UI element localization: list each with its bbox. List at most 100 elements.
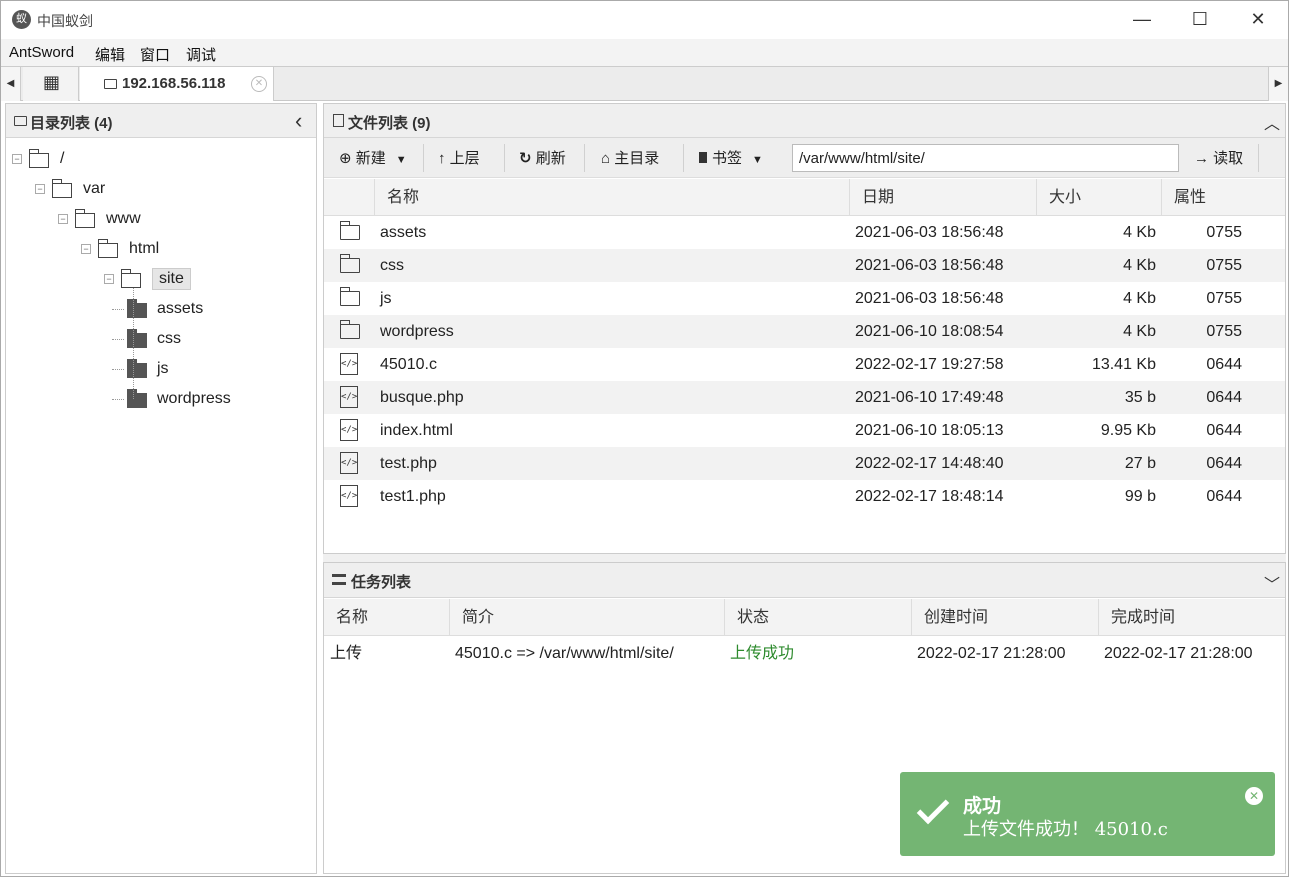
file-size: 9.95 Kb [1100, 422, 1156, 439]
task-created: 2022-02-17 21:28:00 [917, 645, 1066, 662]
tab-host[interactable]: 192.168.56.118 ✕ [80, 67, 274, 101]
toolbar-divider [1258, 144, 1259, 172]
file-size: 4 Kb [1123, 290, 1156, 307]
close-button[interactable]: ✕ [1229, 1, 1287, 38]
task-header-desc[interactable]: 简介 [450, 599, 725, 636]
code-file-icon: </> [340, 452, 358, 474]
bookmark-button[interactable]: 书签 ▼ [699, 147, 763, 168]
file-date: 2021-06-10 18:08:54 [855, 323, 1004, 340]
app-logo-icon: 蚁 [12, 10, 31, 29]
file-row[interactable]: js 2021-06-03 18:56:48 4 Kb 0755 [324, 282, 1285, 315]
menu-debug[interactable]: 调试 [186, 44, 216, 65]
file-perm: 0644 [1206, 422, 1242, 439]
header-name[interactable]: 名称 [375, 179, 850, 216]
collapse-up-icon[interactable]: ︿ [1264, 110, 1280, 134]
file-row[interactable]: </> test.php 2022-02-17 14:48:40 27 b 0644 [324, 447, 1285, 480]
code-file-icon: </> [340, 386, 358, 408]
menu-edit[interactable]: 编辑 [95, 44, 125, 65]
file-row[interactable]: assets 2021-06-03 18:56:48 4 Kb 0755 [324, 216, 1285, 249]
directory-panel-header: 目录列表 (4) ‹ [6, 104, 316, 138]
tab-bar: ◀ ▦ 192.168.56.118 ✕ ▶ [1, 66, 1288, 101]
tree-node-[interactable]: − / [6, 148, 306, 170]
minimize-button[interactable]: — [1113, 1, 1171, 38]
panel-splitter[interactable] [323, 554, 1286, 562]
up-button[interactable]: ↑ 上层 [438, 147, 480, 168]
collapse-down-icon[interactable]: ﹀ [1264, 571, 1280, 595]
toolbar-divider [683, 144, 684, 172]
file-row[interactable]: </> 45010.c 2022-02-17 19:27:58 13.41 Kb 064… [324, 348, 1285, 381]
file-date: 2021-06-03 18:56:48 [855, 257, 1004, 274]
file-panel-title: 文件列表 (9) [348, 115, 431, 132]
folder-icon [126, 359, 147, 378]
new-button[interactable]: ⊕ 新建 ▼ [339, 147, 407, 168]
home-button[interactable]: ⌂ 主目录 [601, 147, 659, 168]
folder-icon [104, 79, 117, 89]
tree-node-site[interactable]: − site [6, 268, 306, 290]
tab-home[interactable]: ▦ [23, 67, 79, 101]
menu-window[interactable]: 窗口 [140, 44, 170, 65]
task-panel-title: 任务列表 [351, 574, 412, 591]
file-panel: 文件列表 (9) ︿ ⊕ 新建 ▼ ↑ 上层 ↻ 刷新 ⌂ 主目录 书签 ▼ → 读… [323, 103, 1286, 554]
home-icon: ⌂ [601, 150, 615, 167]
task-header-status[interactable]: 状态 [725, 599, 912, 636]
file-size: 99 b [1124, 488, 1156, 505]
tab-scroll-right-button[interactable]: ▶ [1268, 67, 1288, 101]
tab-close-icon[interactable]: ✕ [251, 76, 267, 92]
path-input[interactable] [792, 144, 1179, 172]
tree-node-assets[interactable]: assets [6, 298, 306, 320]
code-file-icon: </> [340, 353, 358, 375]
folder-icon [339, 221, 360, 240]
tree-connector [133, 288, 134, 399]
tree-node-var[interactable]: − var [6, 178, 306, 200]
caret-down-icon: ▼ [752, 154, 763, 166]
tree-collapse-icon[interactable]: − [81, 244, 91, 254]
tree-node-www[interactable]: − www [6, 208, 306, 230]
folder-open-icon [28, 149, 49, 168]
file-date: 2021-06-03 18:56:48 [855, 290, 1004, 307]
header-icon-column [324, 179, 375, 216]
task-desc: 45010.c => /var/www/html/site/ [455, 645, 674, 662]
file-size: 4 Kb [1123, 224, 1156, 241]
file-row[interactable]: css 2021-06-03 18:56:48 4 Kb 0755 [324, 249, 1285, 282]
header-attr[interactable]: 属性 [1162, 179, 1285, 216]
code-file-icon: </> [340, 485, 358, 507]
task-header-name[interactable]: 名称 [324, 599, 450, 636]
list-icon [332, 574, 346, 585]
file-row[interactable]: wordpress 2021-06-10 18:08:54 4 Kb 0755 [324, 315, 1285, 348]
tree-connector [112, 309, 124, 310]
read-button[interactable]: → 读取 [1194, 147, 1243, 168]
file-perm: 0644 [1206, 488, 1242, 505]
toast-close-icon[interactable]: ✕ [1245, 787, 1263, 805]
folder-open-icon [74, 209, 95, 228]
tree-collapse-icon[interactable]: − [35, 184, 45, 194]
file-size: 13.41 Kb [1091, 356, 1156, 373]
folder-open-icon [51, 179, 72, 198]
header-date[interactable]: 日期 [850, 179, 1037, 216]
menu-antsword[interactable]: AntSword [9, 44, 74, 61]
file-date: 2021-06-03 18:56:48 [855, 224, 1004, 241]
task-panel-header: 任务列表 ﹀ [324, 563, 1285, 598]
tree-node-js[interactable]: js [6, 358, 306, 380]
file-name: test.php [380, 455, 437, 472]
tree-collapse-icon[interactable]: − [58, 214, 68, 224]
collapse-left-icon[interactable]: ‹ [295, 108, 302, 134]
header-size[interactable]: 大小 [1037, 179, 1162, 216]
tree-node-html[interactable]: − html [6, 238, 306, 260]
maximize-button[interactable]: ☐ [1171, 1, 1229, 38]
file-row[interactable]: </> busque.php 2021-06-10 17:49:48 35 b 0644 [324, 381, 1285, 414]
file-row[interactable]: </> index.html 2021-06-10 18:05:13 9.95 Kb 0… [324, 414, 1285, 447]
folder-icon [126, 329, 147, 348]
tree-node-wordpress[interactable]: wordpress [6, 388, 306, 410]
tree-node-css[interactable]: css [6, 328, 306, 350]
tree-collapse-icon[interactable]: − [104, 274, 114, 284]
refresh-button[interactable]: ↻ 刷新 [519, 147, 566, 168]
tree-node-label: site [152, 268, 191, 290]
task-header-finished[interactable]: 完成时间 [1099, 599, 1285, 636]
tree-connector [112, 369, 124, 370]
tree-collapse-icon[interactable]: − [12, 154, 22, 164]
task-header-created[interactable]: 创建时间 [912, 599, 1099, 636]
file-table-header: 名称 日期 大小 属性 [324, 179, 1285, 216]
file-row[interactable]: </> test1.php 2022-02-17 18:48:14 99 b 0644 [324, 480, 1285, 513]
task-row[interactable]: 上传 45010.c => /var/www/html/site/ 上传成功 2… [324, 637, 1285, 670]
tab-scroll-left-button[interactable]: ◀ [1, 67, 21, 101]
